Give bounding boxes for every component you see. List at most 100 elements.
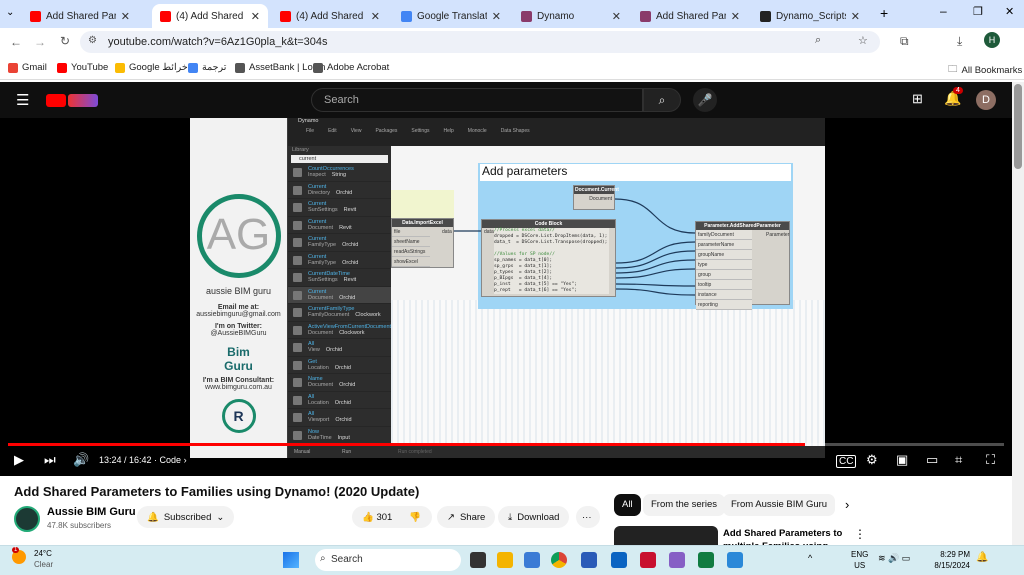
dynamo-menu-item[interactable]: Edit bbox=[328, 128, 337, 134]
bookmark-item[interactable]: Gmail bbox=[8, 62, 47, 73]
library-item[interactable]: Name Document Orchid bbox=[288, 374, 391, 392]
chevron-right-icon[interactable]: › bbox=[845, 497, 849, 512]
volume-icon[interactable]: 🔊 bbox=[73, 452, 89, 468]
run-button[interactable]: Run bbox=[342, 449, 351, 455]
filter-chip[interactable]: From the series bbox=[643, 494, 725, 516]
like-button[interactable]: 👍 301 bbox=[362, 512, 392, 523]
library-item[interactable]: CurrentFamilyType FamilyDocument Clockwork bbox=[288, 304, 391, 322]
taskbar-search[interactable]: ⌕ Search bbox=[315, 549, 461, 571]
youtube-logo[interactable] bbox=[46, 94, 66, 107]
tray-chevron-icon[interactable]: ^ bbox=[808, 553, 812, 563]
close-tab-icon[interactable]: ✕ bbox=[612, 10, 621, 23]
browser-tab[interactable]: (4) Add Shared Para ✕ bbox=[272, 4, 388, 28]
dynamo-menu-item[interactable]: View bbox=[351, 128, 362, 134]
browser-tab[interactable]: Dynamo_Scripts/AB ✕ bbox=[752, 4, 868, 28]
bookmark-item[interactable]: Google خرائط bbox=[115, 62, 188, 73]
visual-studio-icon[interactable] bbox=[669, 552, 685, 568]
group-title[interactable]: Add parameters bbox=[480, 164, 791, 181]
library-item[interactable]: Current SunSettings Revit bbox=[288, 199, 391, 217]
library-item[interactable]: All Viewport Orchid bbox=[288, 409, 391, 427]
browser-tab[interactable]: Add Shared Parame ✕ bbox=[22, 4, 138, 28]
new-tab-button[interactable]: + bbox=[880, 5, 888, 21]
close-tab-icon[interactable]: ✕ bbox=[371, 10, 380, 23]
subscribed-button[interactable]: 🔔 Subscribed ⌄ bbox=[137, 506, 235, 528]
search-button[interactable]: ⌕ bbox=[643, 88, 681, 112]
all-bookmarks[interactable]: 🗀 All Bookmarks bbox=[948, 62, 1022, 78]
outlook-icon[interactable] bbox=[611, 552, 627, 568]
library-item[interactable]: Current FamilyType Orchid bbox=[288, 252, 391, 269]
captions-icon[interactable]: CC bbox=[836, 455, 857, 468]
clock[interactable]: 8:29 PM 8/15/2024 bbox=[930, 549, 970, 571]
filter-chip[interactable]: From Aussie BIM Guru bbox=[723, 494, 836, 516]
dynamo-menu-item[interactable]: Packages bbox=[375, 128, 397, 134]
dynamo-menu-item[interactable]: Settings bbox=[411, 128, 429, 134]
library-item[interactable]: CountOccurrences Inspect String bbox=[288, 164, 391, 182]
channel-avatar[interactable] bbox=[14, 506, 40, 532]
next-icon[interactable]: ⏭ bbox=[44, 452, 56, 468]
wifi-volume-battery-icons[interactable]: ≋ 🔊 ▭ bbox=[878, 553, 910, 564]
code-block-node[interactable]: Code Block data//Process excel data//drop… bbox=[481, 219, 616, 297]
close-tab-icon[interactable]: ✕ bbox=[851, 10, 860, 23]
voice-search-icon[interactable]: 🎤 bbox=[693, 88, 717, 112]
reload-icon[interactable]: ↻ bbox=[60, 34, 70, 48]
browser-tab[interactable]: Add Shared Parame ✕ bbox=[632, 4, 748, 28]
bookmark-star-icon[interactable]: ☆ bbox=[858, 34, 868, 47]
dislike-button[interactable]: 👎 bbox=[409, 512, 421, 523]
browser-tab[interactable]: (4) Add Shared Para ✕ bbox=[152, 4, 268, 28]
channel-name[interactable]: Aussie BIM Guru bbox=[47, 506, 136, 518]
more-vertical-icon[interactable]: ⋮ bbox=[854, 527, 866, 541]
download-button[interactable]: ⤓ Download bbox=[498, 506, 570, 528]
back-icon[interactable]: ← bbox=[10, 35, 22, 49]
forward-icon[interactable]: → bbox=[34, 35, 46, 49]
run-mode-select[interactable]: Manual bbox=[294, 449, 310, 455]
chapter-label[interactable]: Code bbox=[160, 455, 182, 465]
library-item[interactable]: Current Directory Orchid bbox=[288, 182, 391, 199]
scrollbar-thumb[interactable] bbox=[1014, 84, 1022, 169]
youtube-doodle-logo[interactable] bbox=[68, 94, 98, 107]
close-window-button[interactable]: ✕ bbox=[1005, 5, 1014, 18]
fullscreen-icon[interactable]: ⛶ bbox=[986, 452, 995, 468]
search-input[interactable]: Search bbox=[311, 88, 643, 112]
library-item[interactable]: CurrentDateTime SunSettings Revit bbox=[288, 269, 391, 287]
library-item[interactable]: All View Orchid bbox=[288, 339, 391, 357]
minimize-button[interactable]: – bbox=[940, 4, 947, 18]
browser-tab[interactable]: Google Translate ✕ bbox=[393, 4, 509, 28]
autocad-icon[interactable] bbox=[640, 552, 656, 568]
library-item[interactable]: All Location Orchid bbox=[288, 392, 391, 409]
recommended-thumbnail[interactable] bbox=[614, 526, 718, 545]
library-search-input[interactable]: current bbox=[291, 155, 388, 163]
url-bar[interactable]: youtube.com/watch?v=6Az1G0pla_k&t=304s ⚙… bbox=[80, 31, 880, 53]
download-icon[interactable]: ⤓ bbox=[957, 34, 962, 49]
library-item[interactable]: ActiveViewFromCurrentDocument Document Clo… bbox=[288, 322, 391, 339]
filter-chip[interactable]: All bbox=[614, 494, 641, 516]
photos-icon[interactable] bbox=[727, 552, 743, 568]
zoom-icon[interactable]: ⌕ bbox=[815, 34, 821, 47]
dynamo-menu-item[interactable]: Monocle bbox=[468, 128, 487, 134]
bookmark-item[interactable]: Adobe Acrobat bbox=[313, 62, 389, 73]
browser-tab[interactable]: Dynamo ✕ bbox=[513, 4, 629, 28]
profile-avatar[interactable]: H bbox=[984, 32, 1000, 48]
add-shared-parameter-node[interactable]: Parameter.AddSharedParameter familyDocume… bbox=[695, 221, 790, 310]
restore-button[interactable]: ❐ bbox=[973, 5, 983, 18]
bookmark-item[interactable]: YouTube bbox=[57, 62, 108, 73]
task-view-icon[interactable] bbox=[470, 552, 486, 568]
library-item[interactable]: Get Location Orchid bbox=[288, 357, 391, 374]
revit-icon[interactable] bbox=[581, 552, 597, 568]
dynamo-menu-item[interactable]: Help bbox=[443, 128, 453, 134]
library-item[interactable]: Now DateTime Input bbox=[288, 427, 391, 444]
library-item[interactable]: Current Document Revit bbox=[288, 217, 391, 234]
user-avatar[interactable]: D bbox=[976, 90, 996, 110]
share-button[interactable]: ↗ Share bbox=[437, 506, 496, 528]
library-item[interactable]: Current Document Orchid bbox=[288, 286, 391, 304]
miniplayer-icon[interactable]: ▣ bbox=[896, 452, 908, 468]
library-item[interactable]: Current FamilyType Orchid bbox=[288, 234, 391, 252]
excel-icon[interactable] bbox=[698, 552, 714, 568]
settings-gear-icon[interactable]: ⚙ bbox=[866, 452, 878, 468]
close-tab-icon[interactable]: ✕ bbox=[492, 10, 501, 23]
dynamo-menu-item[interactable]: File bbox=[306, 128, 314, 134]
calendar-icon[interactable] bbox=[524, 552, 540, 568]
close-tab-icon[interactable]: ✕ bbox=[731, 10, 740, 23]
chrome-icon[interactable] bbox=[551, 552, 567, 568]
theater-mode-icon[interactable]: ▭ bbox=[926, 452, 938, 468]
document-current-node[interactable]: Document.Current Document bbox=[573, 185, 619, 210]
